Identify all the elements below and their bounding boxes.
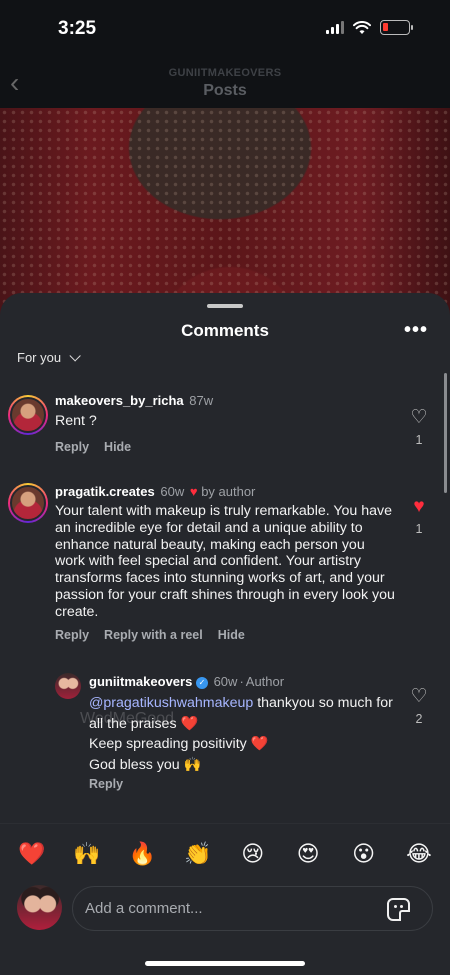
comment-username[interactable]: pragatik.creates [55,484,155,499]
comment-text-line3: God bless you [89,756,180,773]
liked-by-author-badge: ♥ by author [190,484,256,499]
comment-actions: Reply [89,777,123,791]
reply-button[interactable]: Reply [55,628,89,642]
current-user-avatar[interactable] [17,885,62,930]
comment-input-wrapper [72,886,433,931]
more-options-icon[interactable]: ••• [404,319,428,342]
like-control[interactable]: ♥ 1 [408,497,430,537]
comment-text: Your talent with makeup is truly remarka… [55,503,395,620]
comment-text: Rent ? [55,413,97,429]
clock: 3:25 [58,18,97,39]
wifi-icon [353,20,371,34]
status-icons [326,20,413,35]
red-heart-emoji: ❤️ [250,736,269,752]
watermark: WedMeGood [80,710,174,727]
avatar[interactable] [8,395,48,435]
filter-label: For you [17,350,62,365]
sheet-title: Comments [181,321,269,340]
raising-hands-emoji: 🙌 [183,756,202,773]
comment-header: makeovers_by_richa 87w [55,393,213,408]
comment-time: 60w [213,674,238,689]
author-label: Author [245,674,285,689]
page-title: Posts [203,82,247,99]
reply-button[interactable]: Reply [55,440,89,454]
status-bar: 3:25 [0,0,450,60]
comment-text: @pragatikushwahmakeup thankyou so much f… [89,693,399,775]
comment-filter-dropdown[interactable]: For you [17,349,81,365]
comment-username[interactable]: guniitmakeovers [89,674,192,689]
hide-button[interactable]: Hide [104,440,131,454]
like-count: 1 [415,433,423,447]
nav-bar: ‹ GUNIITMAKEOVERS Posts [0,60,450,108]
like-count: 2 [415,712,423,726]
reply-with-reel-button[interactable]: Reply with a reel [104,628,203,642]
comment-input[interactable] [85,887,375,930]
dot-separator: · [239,674,244,689]
verified-badge-icon: ✓ [195,677,208,689]
comment-header: guniitmakeovers ✓ 60w · Author [89,674,284,689]
hide-button[interactable]: Hide [218,628,245,642]
heart-filled-icon: ♥ [189,484,198,499]
heart-outline-icon[interactable]: ♡ [408,687,430,707]
battery-icon [380,20,413,35]
comment-actions: Reply Reply with a reel Hide [55,628,245,642]
sticker-icon[interactable] [387,898,410,921]
comment-composer [0,870,450,975]
comment-actions: Reply Hide [55,440,131,454]
comment-time: 87w [189,393,214,408]
signal-icon [326,21,344,34]
red-heart-emoji: ❤️ [180,715,199,732]
home-indicator[interactable] [145,961,305,966]
comment-time: 60w [160,484,185,499]
mention-link[interactable]: @pragatikushwahmakeup [89,695,253,711]
heart-filled-icon[interactable]: ♥ [408,497,430,517]
reply-button[interactable]: Reply [89,777,123,791]
by-author-label: by author [201,484,256,499]
scrollbar[interactable] [444,373,447,493]
like-count: 1 [415,522,423,536]
sheet-drag-handle[interactable] [207,304,243,308]
comment-text-line2: Keep spreading positivity [89,736,247,752]
avatar[interactable] [55,673,81,699]
nav-username: GUNIITMAKEOVERS [168,67,282,79]
avatar[interactable] [8,483,48,523]
comment-header: pragatik.creates 60w ♥ by author [55,484,255,499]
comment-username[interactable]: makeovers_by_richa [55,393,184,408]
chevron-down-icon [69,349,81,362]
like-control[interactable]: ♡ 2 [408,687,430,727]
heart-outline-icon[interactable]: ♡ [408,408,430,428]
like-control[interactable]: ♡ 1 [408,408,430,448]
